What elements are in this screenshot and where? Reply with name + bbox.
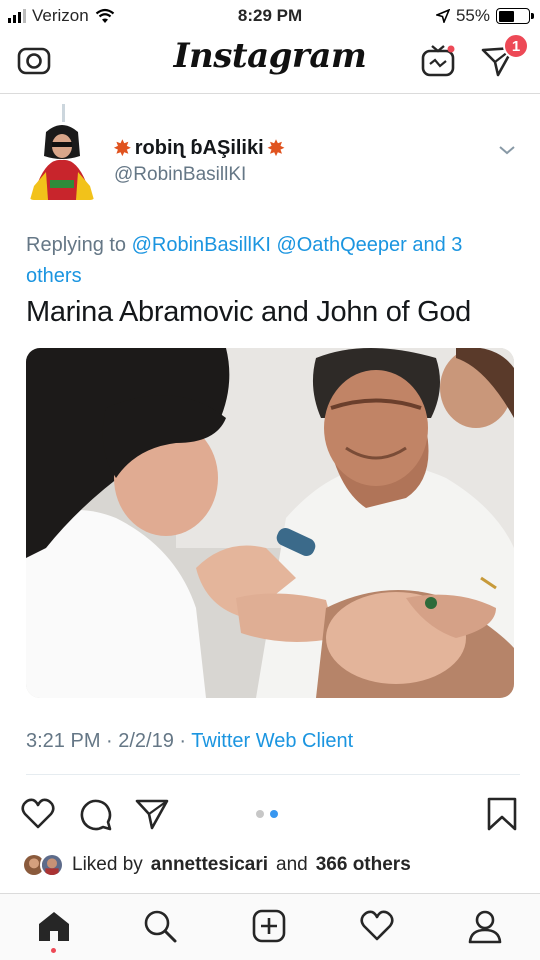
direct-notification-badge: 1 bbox=[503, 33, 529, 59]
battery-icon bbox=[496, 8, 534, 24]
tweet-source[interactable]: Twitter Web Client bbox=[191, 730, 353, 752]
likes-user[interactable]: annettesicari bbox=[151, 854, 268, 876]
tweet-divider bbox=[26, 774, 520, 775]
sparkle-icon: ✸ bbox=[267, 138, 285, 160]
tweet-card: ✸ robiɳ ɓAŞiliki ✸ @RobinBasillKI Replyi… bbox=[0, 96, 540, 776]
igtv-icon[interactable] bbox=[420, 42, 456, 78]
search-icon[interactable] bbox=[142, 908, 178, 944]
display-name-text: robiɳ ɓAŞiliki bbox=[134, 137, 264, 159]
share-icon[interactable] bbox=[134, 796, 170, 832]
likes-others[interactable]: 366 others bbox=[316, 854, 411, 876]
likes-summary[interactable]: Liked by annettesicari and 366 others bbox=[22, 850, 411, 880]
tweet-handle[interactable]: @RobinBasillKI bbox=[114, 164, 246, 186]
home-icon[interactable] bbox=[36, 908, 72, 944]
activity-heart-icon[interactable] bbox=[359, 908, 395, 944]
likes-prefix: Liked by bbox=[72, 854, 143, 875]
reply-mention-2[interactable]: @OathQeeper bbox=[276, 234, 406, 256]
notification-dot bbox=[51, 948, 56, 953]
replying-prefix: Replying to bbox=[26, 234, 127, 256]
tweet-photo[interactable] bbox=[26, 348, 514, 698]
app-header: Instagram 1 bbox=[0, 32, 540, 94]
thread-line bbox=[62, 104, 65, 122]
tweet-time: 3:21 PM · 2/2/19 · bbox=[26, 730, 192, 752]
profile-icon[interactable] bbox=[467, 908, 503, 944]
replying-to: Replying to @RobinBasillKI @OathQeeper a… bbox=[26, 230, 516, 292]
carousel-indicator bbox=[256, 810, 278, 818]
chevron-down-icon[interactable] bbox=[498, 144, 516, 156]
reply-mention-1[interactable]: @RobinBasillKI bbox=[132, 234, 271, 256]
comment-icon[interactable] bbox=[77, 796, 113, 832]
likes-middle: and bbox=[276, 854, 308, 875]
tweet-display-name[interactable]: ✸ robiɳ ɓAŞiliki ✸ bbox=[114, 136, 284, 161]
liker-avatar bbox=[40, 853, 64, 877]
location-arrow-icon bbox=[435, 9, 450, 23]
tweet-text: Marina Abramovic and John of God bbox=[26, 296, 471, 328]
avatar[interactable] bbox=[28, 122, 96, 200]
carousel-dot-active bbox=[270, 810, 278, 818]
heart-icon[interactable] bbox=[20, 796, 56, 832]
status-bar: Verizon 8:29 PM 55% bbox=[0, 0, 540, 32]
liker-avatars bbox=[22, 853, 64, 877]
battery-percent: 55% bbox=[455, 6, 490, 25]
add-post-icon[interactable] bbox=[251, 908, 287, 944]
status-right: 55% bbox=[435, 6, 534, 26]
carousel-dot bbox=[256, 810, 264, 818]
bookmark-icon[interactable] bbox=[484, 796, 520, 832]
app-title: Instagram bbox=[173, 36, 367, 76]
post-actions bbox=[0, 790, 540, 842]
sparkle-icon: ✸ bbox=[114, 138, 131, 160]
tweet-timestamp: 3:21 PM · 2/2/19 · Twitter Web Client bbox=[26, 730, 353, 753]
tab-bar bbox=[0, 893, 540, 960]
